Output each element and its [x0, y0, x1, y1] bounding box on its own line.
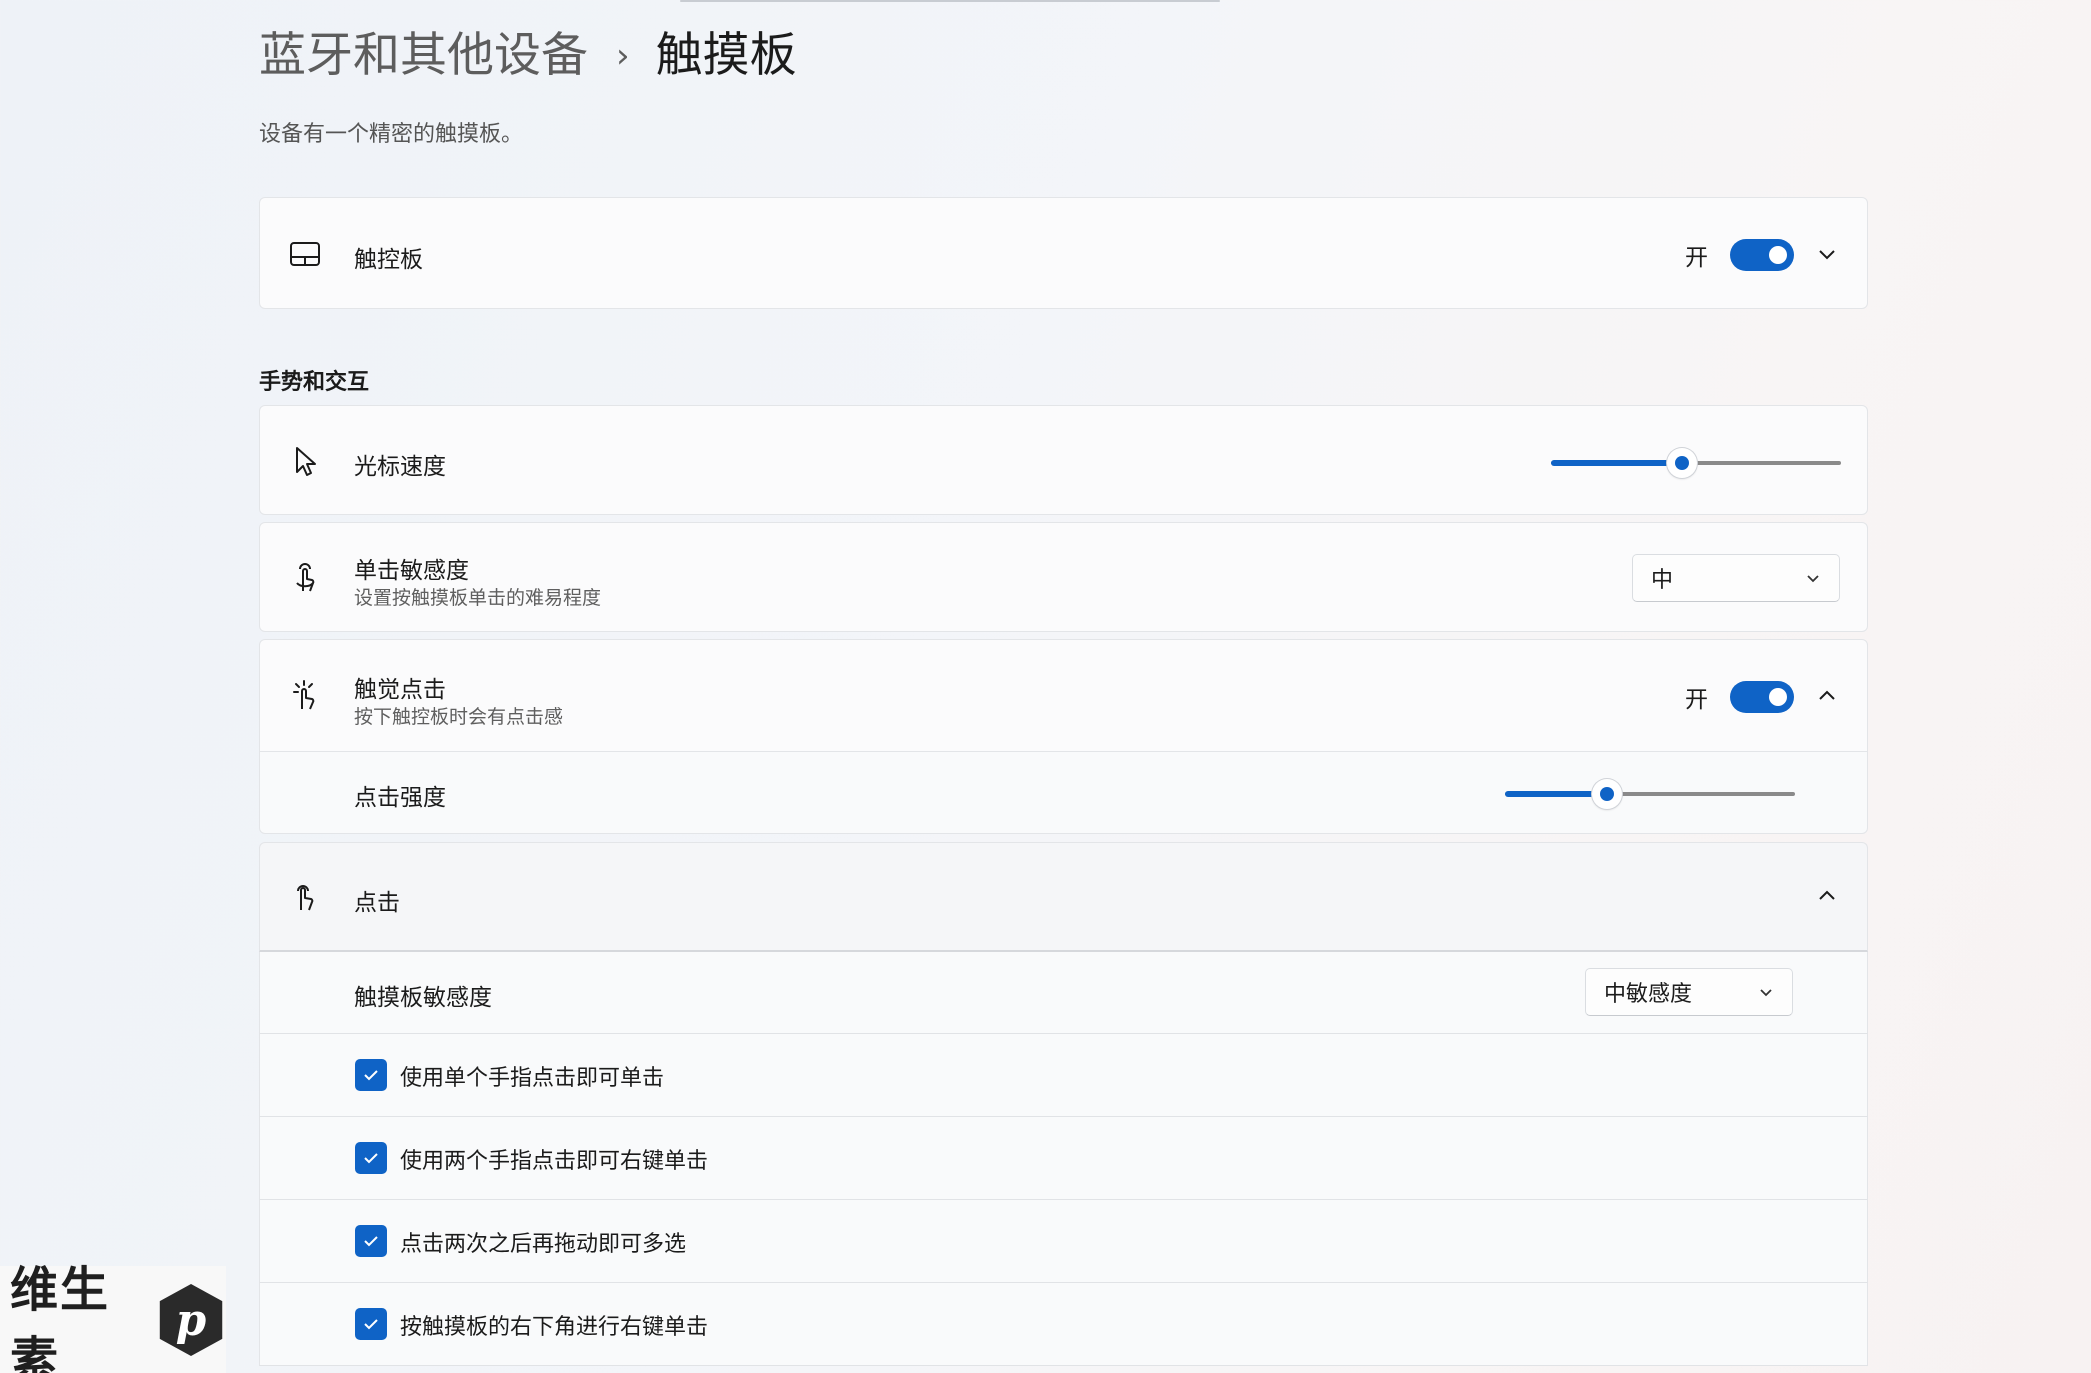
watermark-text: 维生素 — [10, 1261, 111, 1373]
haptic-toggle-group: 开 — [1685, 680, 1794, 714]
checkbox-label: 按触摸板的右下角进行右键单击 — [400, 1315, 709, 1340]
svg-text:p: p — [176, 1295, 206, 1346]
breadcrumb: 蓝牙和其他设备 › 触摸板 — [259, 26, 797, 86]
chevron-down-icon — [1803, 568, 1823, 588]
haptic-toggle-label: 开 — [1685, 687, 1708, 713]
breadcrumb-separator-icon: › — [616, 36, 630, 76]
touchpad-icon — [288, 237, 322, 271]
chevron-down-icon — [1756, 982, 1776, 1002]
checkbox-label: 点击两次之后再拖动即可多选 — [400, 1232, 687, 1257]
tap-icon — [288, 561, 322, 595]
cursor-speed-card: 光标速度 — [259, 405, 1868, 515]
checkmark-icon — [364, 1070, 378, 1081]
haptic-intensity-title: 点击强度 — [354, 785, 446, 811]
tap-sensitivity-dropdown[interactable]: 中 — [1632, 554, 1840, 602]
slider-thumb[interactable] — [1591, 779, 1622, 809]
haptic-icon — [288, 679, 322, 713]
haptic-intensity-row: 点击强度 — [259, 751, 1868, 834]
watermark-logo-icon: p — [159, 1283, 223, 1356]
haptic-toggle[interactable] — [1730, 681, 1794, 713]
touchpad-sensitivity-row: 触摸板敏感度 中敏感度 — [259, 952, 1868, 1034]
touchpad-card[interactable]: 触控板 开 — [259, 197, 1868, 309]
toggle-knob — [1769, 688, 1787, 706]
taps-title: 点击 — [354, 890, 400, 916]
cursor-speed-slider[interactable] — [1551, 448, 1841, 478]
cursor-speed-title: 光标速度 — [354, 454, 446, 480]
touchpad-sensitivity-selected: 中敏感度 — [1604, 982, 1693, 1007]
cursor-icon — [288, 444, 322, 478]
tap-sensitivity-description: 设置按触摸板单击的难易程度 — [354, 587, 602, 609]
checkmark-icon — [364, 1153, 378, 1164]
checkbox-label: 使用两个手指点击即可右键单击 — [400, 1149, 709, 1174]
page-subtitle: 设备有一个精密的触摸板。 — [259, 122, 524, 147]
watermark: 维生素 p — [0, 1262, 226, 1373]
top-scrollbar — [680, 0, 1220, 2]
touchpad-sensitivity-label: 触摸板敏感度 — [354, 985, 492, 1011]
page-title: 触摸板 — [655, 28, 797, 83]
checkbox-label: 使用单个手指点击即可单击 — [400, 1066, 665, 1091]
haptic-intensity-slider[interactable] — [1505, 779, 1795, 809]
checkbox-row[interactable]: 使用单个手指点击即可单击 — [259, 1034, 1868, 1117]
taps-card[interactable]: 点击 — [259, 842, 1868, 952]
tap-sensitivity-card: 单击敏感度 设置按触摸板单击的难易程度 中 — [259, 522, 1868, 632]
touchpad-toggle-group: 开 — [1685, 238, 1794, 272]
tap-sensitivity-selected: 中 — [1651, 568, 1674, 593]
slider-thumb[interactable] — [1666, 448, 1697, 478]
haptic-card[interactable]: 触觉点击 按下触控板时会有点击感 开 — [259, 639, 1868, 752]
checkbox-row[interactable]: 按触摸板的右下角进行右键单击 — [259, 1283, 1868, 1366]
haptic-description: 按下触控板时会有点击感 — [354, 706, 564, 728]
touchpad-title: 触控板 — [354, 247, 423, 273]
click-icon — [288, 880, 322, 914]
checkbox-bottom-right-corner[interactable] — [355, 1308, 387, 1340]
checkmark-icon — [364, 1319, 378, 1330]
touchpad-toggle[interactable] — [1730, 239, 1794, 271]
touchpad-sensitivity-dropdown[interactable]: 中敏感度 — [1585, 968, 1793, 1016]
tap-sensitivity-title: 单击敏感度 — [354, 558, 469, 584]
checkbox-row[interactable]: 使用两个手指点击即可右键单击 — [259, 1117, 1868, 1200]
chevron-down-icon[interactable] — [1815, 242, 1839, 266]
checkbox-two-finger-right-click[interactable] — [355, 1142, 387, 1174]
checkbox-single-finger-tap[interactable] — [355, 1059, 387, 1091]
haptic-title: 触觉点击 — [354, 677, 446, 703]
chevron-up-icon[interactable] — [1815, 884, 1839, 908]
touchpad-toggle-label: 开 — [1685, 245, 1708, 271]
chevron-up-icon[interactable] — [1815, 684, 1839, 708]
toggle-knob — [1769, 246, 1787, 264]
checkbox-double-tap-drag[interactable] — [355, 1225, 387, 1257]
slider-fill — [1551, 460, 1682, 466]
breadcrumb-parent-link[interactable]: 蓝牙和其他设备 — [259, 26, 588, 86]
section-gestures-title: 手势和交互 — [259, 370, 370, 395]
checkmark-icon — [364, 1236, 378, 1247]
checkbox-row[interactable]: 点击两次之后再拖动即可多选 — [259, 1200, 1868, 1283]
